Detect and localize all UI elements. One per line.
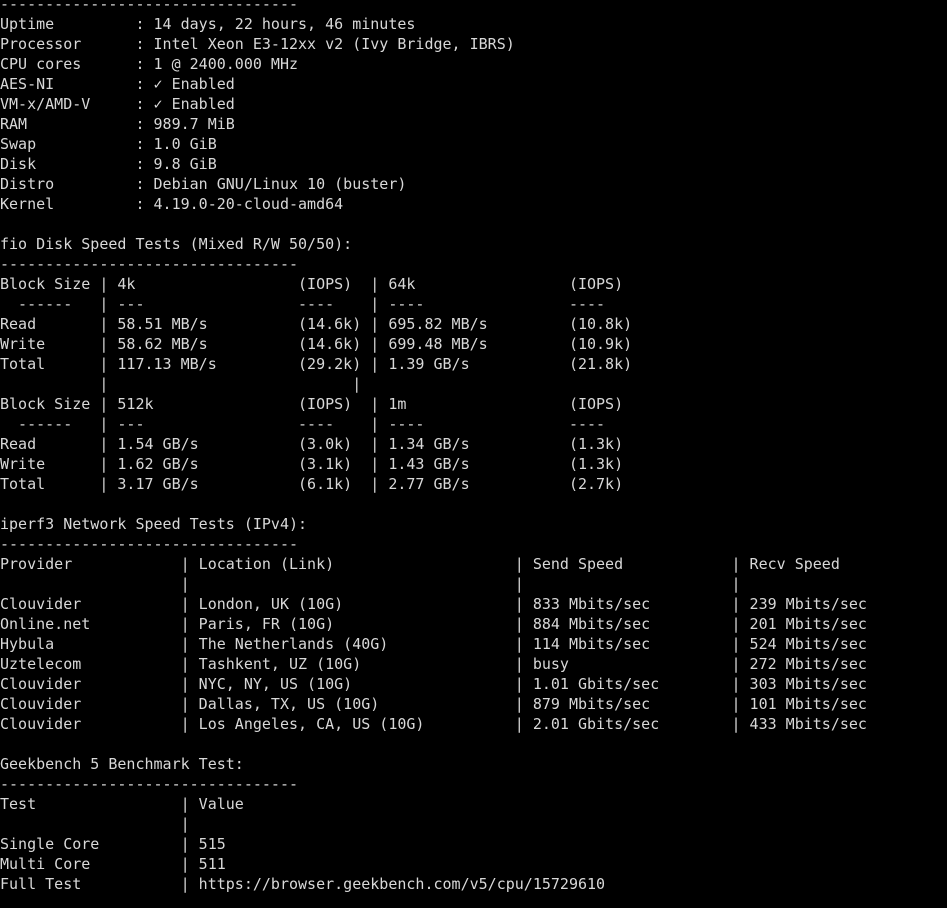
iperf3-row-1: Online.net | Paris, FR (10G) | 884 Mbits… <box>0 615 867 633</box>
sysinfo-row-1: Processor : Intel Xeon E3-12xx v2 (Ivy B… <box>0 35 515 53</box>
fio-table-1-header: Block Size | 512k (IOPS) | 1m (IOPS) <box>0 395 624 413</box>
sysinfo-row-7: Disk : 9.8 GiB <box>0 155 217 173</box>
sysinfo-row-8: Distro : Debian GNU/Linux 10 (buster) <box>0 175 407 193</box>
sysinfo-row-3: AES-NI : ✓ Enabled <box>0 75 235 93</box>
iperf3-header-spacer: | | | <box>0 575 750 593</box>
iperf3-heading: iperf3 Network Speed Tests (IPv4): <box>0 515 308 533</box>
geekbench-row-1: Multi Core | 511 <box>0 855 226 873</box>
fio-divider: --------------------------------- <box>0 255 299 273</box>
terminal-screen: --------------------------------- Uptime … <box>0 0 947 894</box>
sysinfo-row-0: Uptime : 14 days, 22 hours, 46 minutes <box>0 15 416 33</box>
iperf3-row-6: Clouvider | Los Angeles, CA, US (10G) | … <box>0 715 867 733</box>
iperf3-header-row: Provider | Location (Link) | Send Speed … <box>0 555 840 573</box>
fio-table-0-header: Block Size | 4k (IOPS) | 64k (IOPS) <box>0 275 624 293</box>
blank <box>0 214 947 234</box>
fio-table-0-row-0: Read | 58.51 MB/s (14.6k) | 695.82 MB/s … <box>0 315 633 333</box>
iperf3-row-3: Uztelecom | Tashkent, UZ (10G) | busy | … <box>0 655 867 673</box>
iperf3-row-0: Clouvider | London, UK (10G) | 833 Mbits… <box>0 595 867 613</box>
fio-heading: fio Disk Speed Tests (Mixed R/W 50/50): <box>0 235 353 253</box>
fio-table-1-dashes: ------ | --- ---- | ---- ---- <box>0 415 606 433</box>
sysinfo-row-5: RAM : 989.7 MiB <box>0 115 235 133</box>
sysinfo-row-2: CPU cores : 1 @ 2400.000 MHz <box>0 55 299 73</box>
fio-table-1-row-0: Read | 1.54 GB/s (3.0k) | 1.34 GB/s (1.3… <box>0 435 624 453</box>
geekbench-heading: Geekbench 5 Benchmark Test: <box>0 755 244 773</box>
geekbench-header-row: Test | Value <box>0 795 244 813</box>
iperf3-row-5: Clouvider | Dallas, TX, US (10G) | 879 M… <box>0 695 867 713</box>
geekbench-header-spacer: | <box>0 815 199 833</box>
iperf3-divider: --------------------------------- <box>0 535 299 553</box>
fio-table-1-row-1: Write | 1.62 GB/s (3.1k) | 1.43 GB/s (1.… <box>0 455 624 473</box>
geekbench-divider: --------------------------------- <box>0 775 299 793</box>
fio-table-0-row-1: Write | 58.62 MB/s (14.6k) | 699.48 MB/s… <box>0 335 633 353</box>
iperf3-row-2: Hybula | The Netherlands (40G) | 114 Mbi… <box>0 635 867 653</box>
sysinfo-row-4: VM-x/AMD-V : ✓ Enabled <box>0 95 235 113</box>
fio-table-0-dashes: ------ | --- ---- | ---- ---- <box>0 295 606 313</box>
sysinfo-row-9: Kernel : 4.19.0-20-cloud-amd64 <box>0 195 344 213</box>
geekbench-row-2: Full Test | https://browser.geekbench.co… <box>0 875 606 893</box>
fio-table-0-row-2: Total | 117.13 MB/s (29.2k) | 1.39 GB/s … <box>0 355 633 373</box>
geekbench-row-0: Single Core | 515 <box>0 835 226 853</box>
blank <box>0 494 947 514</box>
blank <box>0 734 947 754</box>
terminal-window[interactable]: --------------------------------- Uptime … <box>0 0 947 908</box>
sysinfo-row-6: Swap : 1.0 GiB <box>0 135 217 153</box>
iperf3-row-4: Clouvider | NYC, NY, US (10G) | 1.01 Gbi… <box>0 675 867 693</box>
fio-table-1-row-2: Total | 3.17 GB/s (6.1k) | 2.77 GB/s (2.… <box>0 475 624 493</box>
divider-top: --------------------------------- <box>0 0 299 13</box>
fio-table-spacer: | | <box>0 375 362 393</box>
